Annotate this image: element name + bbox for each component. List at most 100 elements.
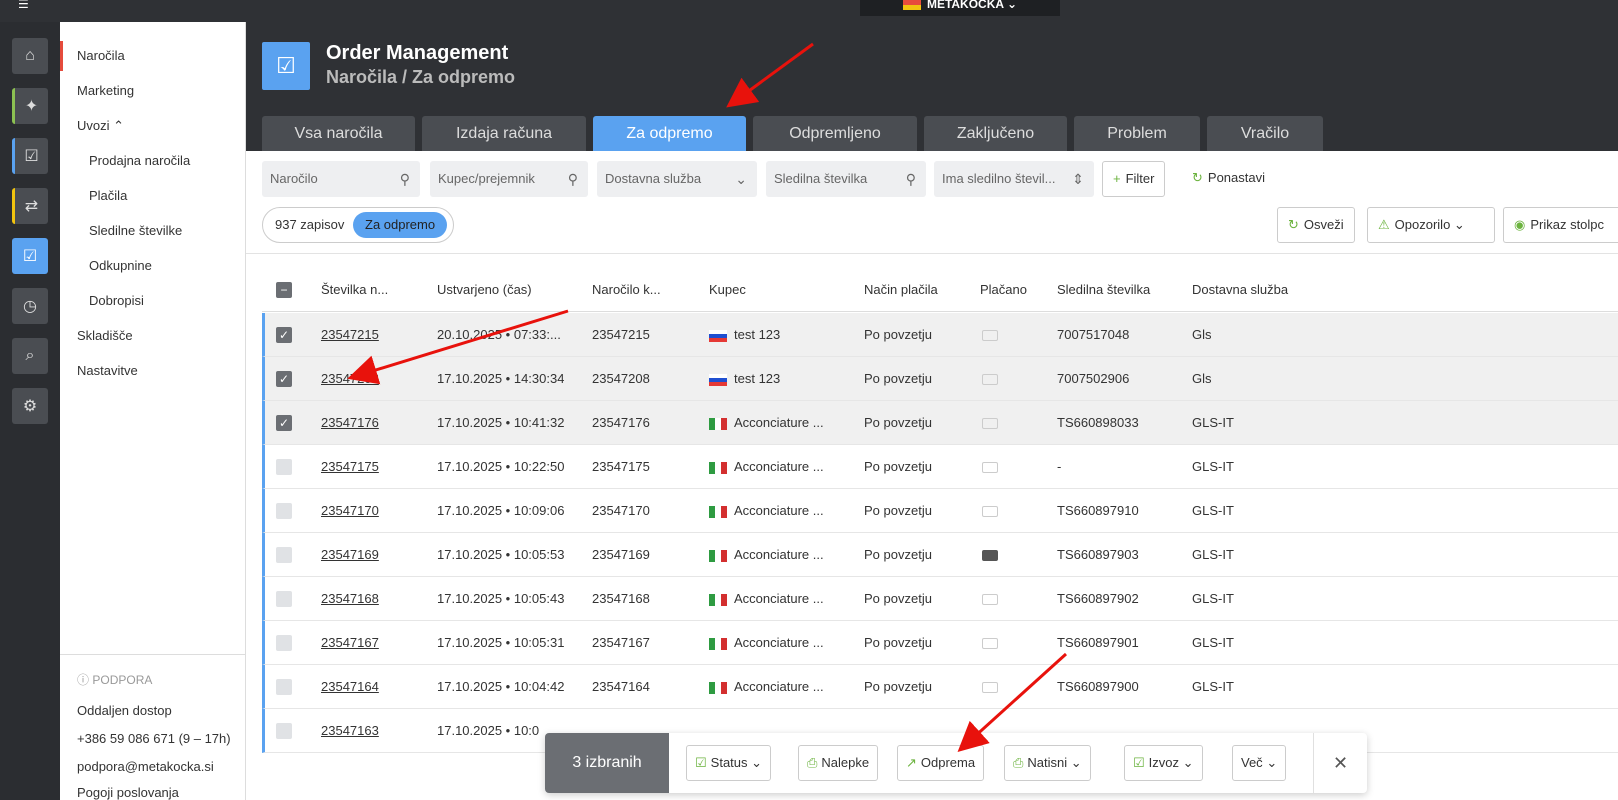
nav-item-narocila[interactable]: Naročila: [60, 41, 246, 71]
order-number-link[interactable]: 23547170: [321, 489, 379, 533]
col-buyer[interactable]: Kupec: [709, 268, 746, 312]
bulk-shipping-button[interactable]: ↗ Odprema: [897, 745, 985, 781]
table-row[interactable]: 23547170 17.10.2025 • 10:09:06 23547170 …: [262, 489, 1618, 533]
table-row[interactable]: ✓ 23547208 17.10.2025 • 14:30:34 2354720…: [262, 357, 1618, 401]
tab-izdaja-racuna[interactable]: Izdaja računa: [422, 116, 586, 151]
bulk-more-button[interactable]: Več ⌄: [1232, 745, 1287, 781]
nav-item-marketing[interactable]: Marketing: [60, 76, 246, 106]
tab-problem[interactable]: Problem: [1074, 116, 1200, 151]
transfer-icon[interactable]: ⇄: [12, 188, 48, 224]
order-number-link[interactable]: 23547176: [321, 401, 379, 445]
analytics-icon[interactable]: ⌕: [12, 338, 48, 374]
marketing-icon[interactable]: ✦: [12, 88, 48, 124]
tab-vracilo[interactable]: Vračilo: [1207, 116, 1323, 151]
table-row[interactable]: ✓ 23547176 17.10.2025 • 10:41:32 2354717…: [262, 401, 1618, 445]
filter-button[interactable]: + Filter: [1102, 161, 1166, 197]
table-row[interactable]: 23547169 17.10.2025 • 10:05:53 23547169 …: [262, 533, 1618, 577]
col-paid[interactable]: Plačano: [980, 268, 1027, 312]
order-number-link[interactable]: 23547163: [321, 709, 379, 753]
italy-flag-icon: [709, 637, 727, 650]
gear-icon[interactable]: ⚙: [12, 388, 48, 424]
buyer-name: Acconciature ...: [734, 679, 824, 694]
order-customer-cell: 23547168: [592, 591, 650, 606]
has-tracking-select[interactable]: Ima sledilno števil... ⇕: [934, 161, 1094, 197]
bulk-labels-button[interactable]: ⎙ Nalepke: [798, 745, 879, 781]
order-number-link[interactable]: 23547208: [321, 357, 379, 401]
order-management-icon[interactable]: ☑: [12, 238, 48, 274]
chevron-down-icon: ⌄: [1453, 217, 1465, 232]
bulk-print-button[interactable]: ⎙ Natisni ⌄: [1004, 745, 1091, 781]
tab-vsa-narocila[interactable]: Vsa naročila: [262, 116, 415, 151]
order-number-link[interactable]: 23547167: [321, 621, 379, 665]
row-checkbox[interactable]: [276, 547, 292, 563]
nav-item-placila[interactable]: Plačila: [60, 181, 246, 211]
hamburger-menu-icon[interactable]: ☰: [18, 0, 40, 10]
order-number-link[interactable]: 23547175: [321, 445, 379, 489]
reset-button[interactable]: ↻ Ponastavi: [1182, 161, 1275, 197]
order-number-link[interactable]: 23547169: [321, 533, 379, 577]
terms-link[interactable]: Pogoji poslovanja: [77, 785, 179, 800]
italy-flag-icon: [709, 681, 727, 694]
row-checkbox[interactable]: ✓: [276, 327, 292, 343]
support-section: ⓘ PODPORA Oddaljen dostop +386 59 086 67…: [60, 654, 246, 800]
order-search-input[interactable]: Naročilo ⚲: [262, 161, 420, 197]
nav-item-skladisce[interactable]: Skladišče: [60, 321, 246, 351]
refresh-icon: ↻: [1192, 170, 1203, 185]
warning-button[interactable]: ⚠ Opozorilo ⌄: [1367, 207, 1495, 243]
table-row[interactable]: ✓ 23547215 20.10.2025 • 07:33:... 235472…: [262, 313, 1618, 357]
close-icon[interactable]: ✕: [1313, 733, 1367, 793]
chevron-down-icon: ⌄: [1182, 755, 1194, 770]
tab-odpremljeno[interactable]: Odpremljeno: [753, 116, 917, 151]
row-checkbox[interactable]: [276, 591, 292, 607]
row-checkbox[interactable]: [276, 503, 292, 519]
order-number-link[interactable]: 23547215: [321, 313, 379, 357]
filter-button-label: Filter: [1125, 171, 1155, 186]
col-tracking[interactable]: Sledilna številka: [1057, 268, 1150, 312]
nav-item-odkupnine[interactable]: Odkupnine: [60, 251, 246, 281]
nav-item-nastavitve[interactable]: Nastavitve: [60, 356, 246, 386]
order-customer-cell: 23547176: [592, 415, 650, 430]
money-icon: [982, 418, 998, 430]
nav-item-sledilne-stevilke[interactable]: Sledilne številke: [60, 216, 246, 246]
bulk-status-button[interactable]: ☑ Status ⌄: [686, 745, 772, 781]
nav-item-dobropisi[interactable]: Dobropisi: [60, 286, 246, 316]
order-number-link[interactable]: 23547164: [321, 665, 379, 709]
home-icon[interactable]: ⌂: [12, 38, 48, 74]
col-number[interactable]: Številka n...: [321, 268, 388, 312]
tab-zakljuceno[interactable]: Zaključeno: [924, 116, 1067, 151]
clock-icon[interactable]: ◷: [12, 288, 48, 324]
created-cell: 17.10.2025 • 10:22:50: [437, 459, 565, 474]
row-checkbox[interactable]: ✓: [276, 415, 292, 431]
table-row[interactable]: 23547175 17.10.2025 • 10:22:50 23547175 …: [262, 445, 1618, 489]
col-created[interactable]: Ustvarjeno (čas): [437, 268, 532, 312]
buyer-search-input[interactable]: Kupec/prejemnik ⚲: [430, 161, 588, 197]
nav-item-prodajna-narocila[interactable]: Prodajna naročila: [60, 146, 246, 176]
table-row[interactable]: 23547168 17.10.2025 • 10:05:43 23547168 …: [262, 577, 1618, 621]
brand-switcher[interactable]: METAKOCKA ⌄: [860, 0, 1060, 16]
col-payment[interactable]: Način plačila: [864, 268, 938, 312]
brand-logo-icon: [902, 0, 921, 10]
support-email[interactable]: podpora@metakocka.si: [77, 759, 214, 774]
table-row[interactable]: 23547167 17.10.2025 • 10:05:31 23547167 …: [262, 621, 1618, 665]
paid-cell: [982, 665, 998, 709]
col-delivery[interactable]: Dostavna služba: [1192, 268, 1288, 312]
select-all-checkbox[interactable]: −: [276, 282, 292, 298]
row-checkbox[interactable]: [276, 635, 292, 651]
remote-access-link[interactable]: Oddaljen dostop: [77, 703, 172, 718]
row-checkbox[interactable]: ✓: [276, 371, 292, 387]
tracking-search-input[interactable]: Sledilna številka ⚲: [766, 161, 926, 197]
row-checkbox[interactable]: [276, 459, 292, 475]
row-checkbox[interactable]: [276, 723, 292, 739]
refresh-button[interactable]: ↻ Osveži: [1277, 207, 1355, 243]
table-row[interactable]: 23547164 17.10.2025 • 10:04:42 23547164 …: [262, 665, 1618, 709]
delivery-service-select[interactable]: Dostavna služba ⌄: [597, 161, 757, 197]
tab-za-odpremo[interactable]: Za odpremo: [593, 116, 746, 151]
columns-button[interactable]: ◉ Prikaz stolpc: [1503, 207, 1618, 243]
col-order-customer[interactable]: Naročilo k...: [592, 268, 661, 312]
row-checkbox[interactable]: [276, 679, 292, 695]
bulk-export-button[interactable]: ☑ Izvoz ⌄: [1124, 745, 1203, 781]
orders-list-icon[interactable]: ☑: [12, 138, 48, 174]
payment-cell: Po povzetju: [864, 327, 932, 342]
order-number-link[interactable]: 23547168: [321, 577, 379, 621]
nav-item-uvozi[interactable]: Uvozi ⌃: [60, 111, 246, 141]
